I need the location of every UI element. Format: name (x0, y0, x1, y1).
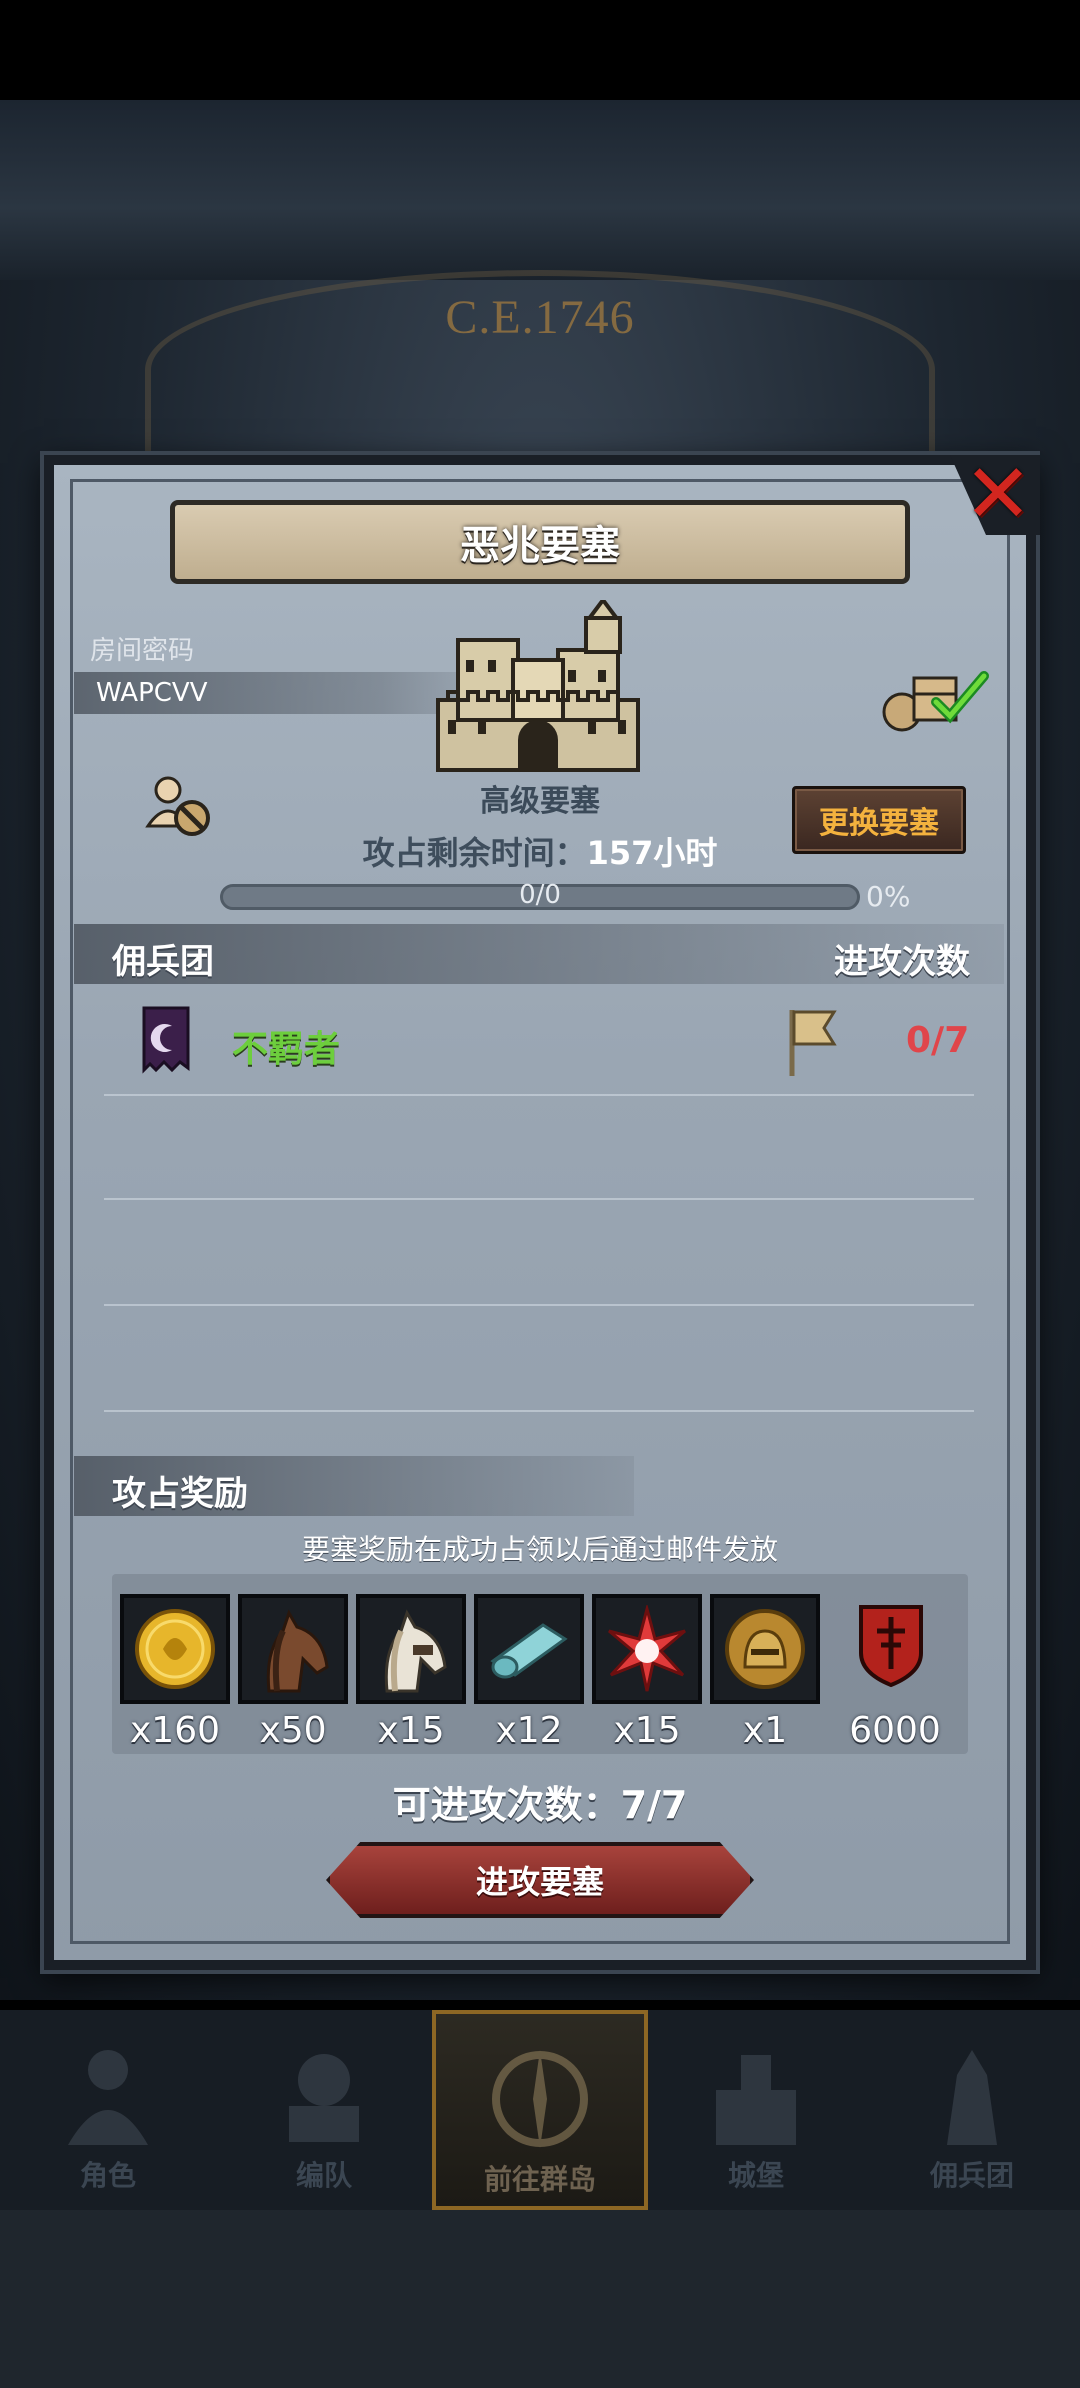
nav-label: 编队 (295, 2159, 352, 2192)
attack-fortress-button[interactable]: 进攻要塞 (326, 1842, 754, 1918)
mercenary-header-right: 进攻次数 (834, 942, 970, 982)
reward-box (120, 1594, 230, 1704)
nav-label: 前往群岛 (483, 2163, 596, 2196)
room-password-value[interactable]: WAPCVV (96, 678, 207, 708)
time-left-label: 攻占剩余时间： (362, 834, 587, 872)
era-label: C.E.1746 (445, 291, 635, 344)
mercenary-header-left: 佣兵团 (112, 942, 214, 982)
change-fortress-button[interactable]: 更换要塞 (792, 786, 966, 854)
attack-flag-icon (789, 1010, 837, 1076)
reward-item[interactable]: 6000 (840, 1594, 950, 1751)
rewards-note: 要塞奖励在成功占领以后通过邮件发放 (301, 1533, 778, 1566)
row-divider (104, 1304, 974, 1306)
cloth-roll-icon (490, 1623, 568, 1679)
reward-item[interactable]: x1 (710, 1594, 820, 1751)
reward-box (474, 1594, 584, 1704)
reward-box (710, 1594, 820, 1704)
compass-icon (492, 2050, 588, 2148)
status-bar-area (0, 0, 1080, 100)
castle-icon (716, 2055, 796, 2145)
row-divider (104, 1198, 974, 1200)
reward-item[interactable]: x160 (120, 1594, 230, 1751)
row-divider (104, 1094, 974, 1096)
capture-progress-text: 0/0 (519, 880, 561, 910)
close-icon[interactable]: ✕ (958, 454, 1038, 536)
background-band (0, 100, 1080, 280)
red-star-icon (608, 1605, 686, 1692)
dialog-title-banner: 恶兆要塞 (170, 500, 910, 584)
reward-box (592, 1594, 702, 1704)
nav-islands[interactable]: 前往群岛 (432, 2010, 648, 2210)
reward-item[interactable]: x15 (356, 1594, 466, 1751)
guild-attack-count: 0/7 (906, 1020, 970, 1061)
white-horse-icon (384, 1609, 447, 1693)
formation-icon (289, 2054, 359, 2142)
supply-check-icon[interactable] (876, 664, 996, 734)
reward-quantity: 6000 (849, 1710, 941, 1751)
nav-mercenary[interactable]: 佣兵团 (864, 2010, 1080, 2210)
reward-box (356, 1594, 466, 1704)
reward-box (840, 1594, 950, 1704)
red-shield-icon (859, 1605, 923, 1688)
reward-item[interactable]: x12 (474, 1594, 584, 1751)
character-icon (68, 2050, 148, 2145)
nav-castle[interactable]: 城堡 (648, 2010, 864, 2210)
nav-label: 佣兵团 (929, 2159, 1014, 2192)
reward-box (238, 1594, 348, 1704)
nav-label: 城堡 (727, 2159, 784, 2192)
room-password-label: 房间密码 (90, 636, 195, 666)
guild-name[interactable]: 不羁者 (232, 1020, 340, 1072)
capture-progress-percent: 0% (866, 880, 911, 913)
gold-helmet-icon (725, 1609, 805, 1689)
mercenary-icon (947, 2050, 997, 2145)
bottom-background (0, 2210, 1080, 2388)
time-left-value: 157小时 (586, 834, 718, 872)
nav-character[interactable]: 角色 (0, 2010, 216, 2210)
attack-fortress-label: 进攻要塞 (475, 1863, 604, 1901)
brown-horse-icon (266, 1609, 329, 1693)
reward-item[interactable]: x50 (238, 1594, 348, 1751)
reward-quantity: x1 (742, 1710, 788, 1751)
row-divider (104, 1410, 974, 1412)
no-entry-user-icon[interactable] (142, 774, 216, 840)
guild-banner-icon (142, 1006, 190, 1074)
change-fortress-label: 更换要塞 (819, 806, 939, 841)
reward-item[interactable]: x15 (592, 1594, 702, 1751)
dialog-title: 恶兆要塞 (460, 523, 620, 569)
nav-formation[interactable]: 编队 (216, 2010, 432, 2210)
gold-coin-icon (135, 1609, 215, 1689)
attacks-available: 可进攻次数：7/7 (392, 1783, 688, 1827)
nav-label: 角色 (79, 2159, 136, 2192)
rewards-header: 攻占奖励 (112, 1474, 248, 1514)
fortress-castle-icon (436, 600, 640, 772)
